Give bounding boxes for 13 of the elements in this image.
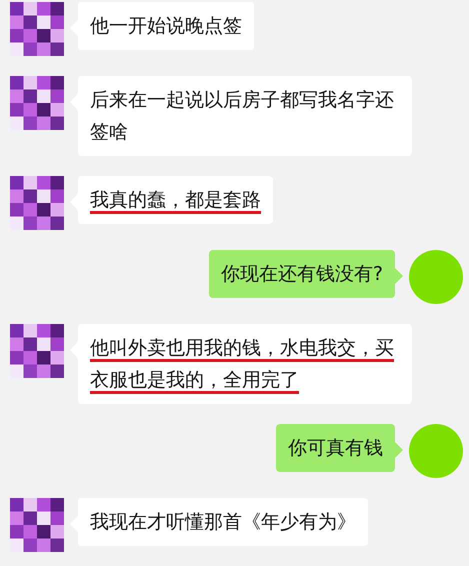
avatar-icon [409, 424, 463, 478]
message-text: 我现在才听懂那首《年少有为》 [90, 511, 356, 533]
avatar-icon [10, 324, 64, 378]
message-text: 他叫外卖也用我的钱，水电我交，买衣服也是我的，全用完了 [90, 337, 394, 391]
avatar-icon [409, 250, 463, 304]
avatar-icon [10, 176, 64, 230]
avatar-icon [10, 498, 64, 552]
message-text: 他一开始说晚点签 [90, 15, 242, 37]
message-text: 你可真有钱 [288, 437, 383, 459]
message-text: 我真的蠢，都是套路 [90, 189, 261, 211]
message-text: 你现在还有钱没有? [220, 263, 383, 285]
message-text: 后来在一起说以后房子都写我名字还签啥 [90, 89, 394, 143]
avatar-icon [10, 76, 64, 130]
